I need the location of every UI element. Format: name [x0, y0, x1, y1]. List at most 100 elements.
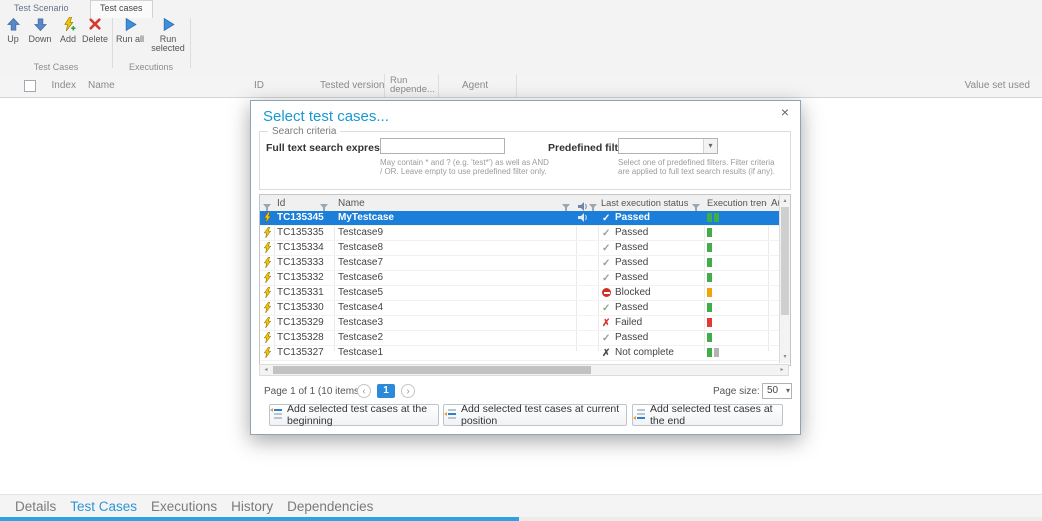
scroll-left-icon[interactable]: ◂: [260, 365, 272, 375]
ribbon-group-separator: [112, 18, 113, 68]
testcase-name: Testcase4: [338, 302, 383, 313]
add-at-current-position-icon: [444, 408, 456, 423]
search-criteria-legend: Search criteria: [268, 126, 340, 137]
run-all-button-label: Run all: [114, 35, 146, 44]
add-at-end-label: Add selected test cases at the end: [650, 403, 782, 427]
testcase-name: Testcase8: [338, 242, 383, 253]
run-all-button[interactable]: Run all: [114, 17, 146, 59]
add-button[interactable]: Add: [56, 17, 80, 59]
column-separator: [384, 74, 385, 97]
status-text: Passed: [615, 227, 648, 238]
ribbon-group-executions: Executions: [112, 62, 190, 72]
vertical-scrollbar[interactable]: ▴ ▾: [779, 195, 790, 363]
testcase-icon: [262, 272, 273, 286]
bottom-tab[interactable]: History: [224, 499, 280, 514]
status-text: Passed: [615, 257, 648, 268]
status-text: Blocked: [615, 287, 651, 298]
test-case-row[interactable]: TC135333 Testcase7 Passed: [260, 256, 780, 271]
test-case-row[interactable]: TC135334 Testcase8 Passed: [260, 241, 780, 256]
chevron-down-icon: ▾: [703, 139, 717, 153]
test-case-row[interactable]: TC135327 Testcase1 Not complete: [260, 346, 780, 361]
bottom-tab[interactable]: Executions: [144, 499, 224, 514]
ribbon-tab-test-scenario[interactable]: Test Scenario: [14, 3, 69, 13]
scroll-down-icon[interactable]: ▾: [780, 352, 790, 362]
bottom-tab[interactable]: Dependencies: [280, 499, 380, 514]
test-case-row[interactable]: TC135335 Testcase9 Passed: [260, 226, 780, 241]
test-case-row[interactable]: TC135328 Testcase2 Passed: [260, 331, 780, 346]
testcase-id: TC135330: [277, 302, 324, 313]
status-icon: [602, 318, 612, 328]
prev-page-button[interactable]: ‹: [357, 384, 371, 398]
column-value-set-used[interactable]: Value set used: [965, 80, 1030, 91]
testcase-name: Testcase3: [338, 317, 383, 328]
execution-trend: [707, 303, 714, 314]
pagination-info: Page 1 of 1 (10 items): [264, 386, 362, 397]
bottom-tab[interactable]: Test Cases: [63, 499, 144, 514]
scroll-up-icon[interactable]: ▴: [780, 196, 790, 206]
testcase-id: TC135327: [277, 347, 324, 358]
testcase-name: Testcase7: [338, 257, 383, 268]
testcase-icon: [262, 332, 273, 346]
status-text: Passed: [615, 272, 648, 283]
add-at-current-position-button[interactable]: Add selected test cases at current posit…: [443, 404, 627, 426]
column-last-execution-status[interactable]: Last execution status: [601, 198, 688, 208]
select-all-checkbox[interactable]: [24, 80, 36, 92]
test-case-grid: Id Name Last execution status E: [259, 194, 791, 366]
column-id[interactable]: Id: [277, 198, 285, 209]
vertical-scrollbar-thumb[interactable]: [781, 207, 789, 315]
horizontal-scrollbar-thumb[interactable]: [273, 366, 591, 374]
status-icon: [602, 348, 612, 358]
column-agent[interactable]: Agent: [462, 80, 488, 91]
run-selected-button[interactable]: Run selected: [148, 17, 188, 59]
horizontal-scrollbar[interactable]: ◂ ▸: [259, 364, 789, 376]
speaker-icon: [578, 213, 588, 225]
run-icon: [114, 17, 146, 34]
execution-trend: [707, 348, 721, 359]
fulltext-search-input[interactable]: [380, 138, 505, 154]
status-text: Passed: [615, 242, 648, 253]
delete-button[interactable]: Delete: [80, 17, 110, 59]
scroll-right-icon[interactable]: ▸: [776, 365, 788, 375]
test-case-row[interactable]: TC135331 Testcase5 Blocked: [260, 286, 780, 301]
test-case-row[interactable]: TC135345 MyTestcase Passed: [260, 211, 780, 226]
testcase-id: TC135333: [277, 257, 324, 268]
test-case-row[interactable]: TC135330 Testcase4 Passed: [260, 301, 780, 316]
test-case-row[interactable]: TC135332 Testcase6 Passed: [260, 271, 780, 286]
testcase-name: Testcase2: [338, 332, 383, 343]
close-icon[interactable]: ×: [777, 104, 793, 120]
execution-trend: [707, 258, 714, 269]
testcase-id: TC135328: [277, 332, 324, 343]
column-id[interactable]: ID: [254, 80, 264, 91]
add-testcase-icon: [56, 17, 80, 34]
status-text: Not complete: [615, 347, 674, 358]
column-run-dependency[interactable]: Run depende...: [390, 76, 438, 94]
run-selected-button-label: Run selected: [148, 35, 188, 53]
down-button[interactable]: Down: [26, 17, 54, 59]
column-name[interactable]: Name: [88, 80, 115, 91]
testcase-icon: [262, 317, 273, 331]
add-at-beginning-button[interactable]: Add selected test cases at the beginning: [269, 404, 439, 426]
up-button[interactable]: Up: [2, 17, 24, 59]
add-at-end-button[interactable]: Add selected test cases at the end: [632, 404, 783, 426]
search-criteria-group: Search criteria Full text search express…: [259, 131, 791, 190]
column-name[interactable]: Name: [338, 198, 365, 209]
down-button-label: Down: [26, 35, 54, 44]
execution-trend: [707, 273, 714, 284]
test-case-row[interactable]: TC135329 Testcase3 Failed: [260, 316, 780, 331]
column-tested-version[interactable]: Tested version: [320, 80, 384, 91]
bottom-tab[interactable]: Details: [8, 499, 63, 514]
testcase-icon: [262, 287, 273, 301]
column-index[interactable]: Index: [46, 80, 76, 91]
add-at-beginning-label: Add selected test cases at the beginning: [287, 403, 438, 427]
status-icon: [602, 258, 612, 268]
page-number-button[interactable]: 1: [377, 384, 395, 398]
status-icon: [602, 303, 612, 313]
testcase-name: Testcase9: [338, 227, 383, 238]
ribbon-tab-test-cases[interactable]: Test cases: [90, 0, 153, 18]
delete-icon: [80, 17, 110, 34]
page-size-select[interactable]: 50 ▾: [762, 383, 792, 399]
predefined-filter-select[interactable]: ▾: [618, 138, 718, 154]
next-page-button[interactable]: ›: [401, 384, 415, 398]
column-execution-trend[interactable]: Execution trend: [707, 198, 767, 208]
status-text: Passed: [615, 302, 648, 313]
